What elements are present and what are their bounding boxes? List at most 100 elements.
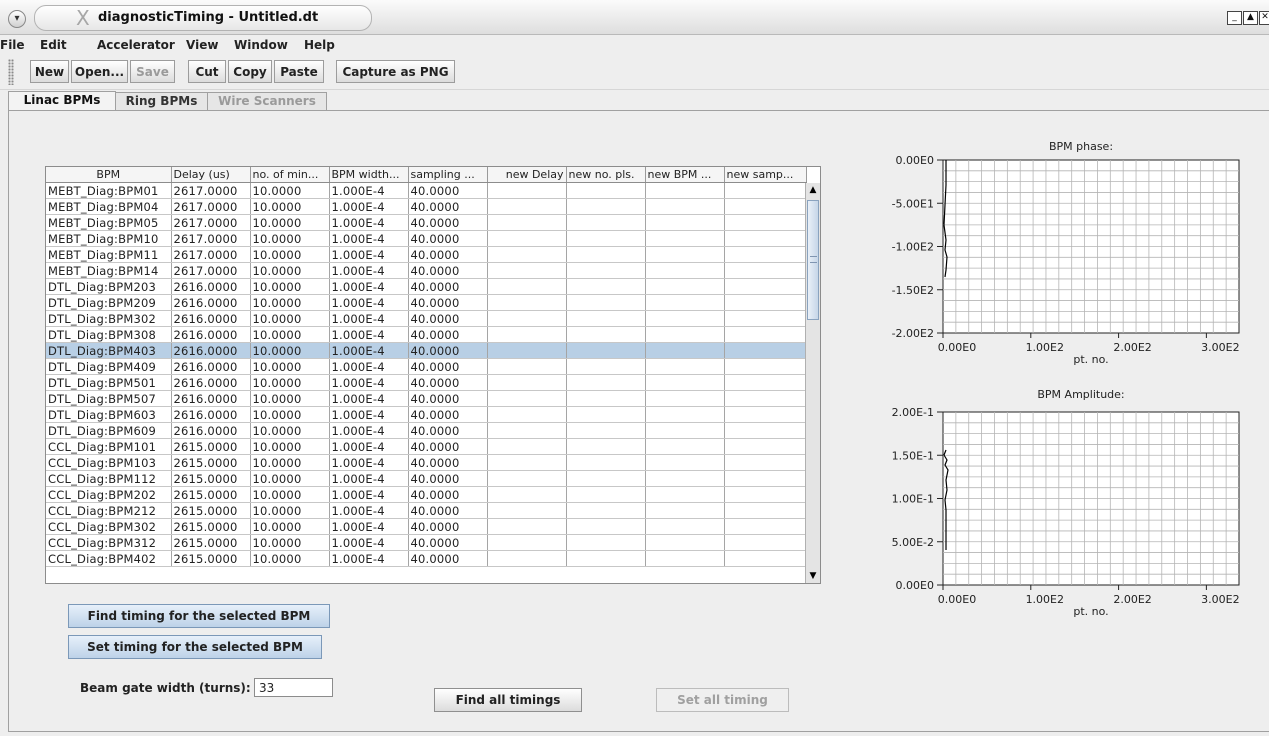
table-cell[interactable]: [566, 294, 646, 311]
table-cell[interactable]: 10.0000: [250, 326, 330, 343]
table-cell[interactable]: 40.0000: [408, 358, 488, 375]
table-cell[interactable]: CCL_Diag:BPM202: [46, 486, 172, 503]
table-cell[interactable]: 40.0000: [408, 182, 488, 199]
table-cell[interactable]: [487, 182, 567, 199]
table-cell[interactable]: [566, 502, 646, 519]
table-cell[interactable]: [487, 550, 567, 567]
table-cell[interactable]: 40.0000: [408, 262, 488, 279]
table-cell[interactable]: DTL_Diag:BPM308: [46, 326, 172, 343]
table-cell[interactable]: [724, 182, 807, 199]
table-row[interactable]: MEBT_Diag:BPM11 2617.0000 10.0000 1.000E-4 4…: [46, 246, 807, 263]
table-scrollbar[interactable]: ▲ ▼: [805, 183, 820, 583]
table-cell[interactable]: 1.000E-4: [329, 518, 409, 535]
table-cell[interactable]: 1.000E-4: [329, 342, 409, 359]
table-cell[interactable]: 1.000E-4: [329, 374, 409, 391]
table-cell[interactable]: [724, 454, 807, 471]
scroll-down-icon[interactable]: ▼: [806, 569, 820, 583]
table-cell[interactable]: [645, 374, 725, 391]
table-cell[interactable]: 10.0000: [250, 278, 330, 295]
table-cell[interactable]: 1.000E-4: [329, 454, 409, 471]
table-cell[interactable]: 10.0000: [250, 310, 330, 327]
table-cell[interactable]: 40.0000: [408, 230, 488, 247]
table-cell[interactable]: 40.0000: [408, 438, 488, 455]
table-cell[interactable]: 40.0000: [408, 422, 488, 439]
table-cell[interactable]: [645, 358, 725, 375]
table-cell[interactable]: [566, 214, 646, 231]
table-row[interactable]: DTL_Diag:BPM308 2616.0000 10.0000 1.000E-4 4…: [46, 326, 807, 343]
table-cell[interactable]: 2616.0000: [171, 326, 251, 343]
save-button[interactable]: Save: [130, 60, 175, 83]
table-cell[interactable]: 10.0000: [250, 502, 330, 519]
table-cell[interactable]: 40.0000: [408, 486, 488, 503]
table-cell[interactable]: 1.000E-4: [329, 502, 409, 519]
table-cell[interactable]: [566, 470, 646, 487]
table-cell[interactable]: [724, 342, 807, 359]
table-cell[interactable]: 1.000E-4: [329, 230, 409, 247]
table-cell[interactable]: [487, 326, 567, 343]
table-cell[interactable]: [724, 390, 807, 407]
table-cell[interactable]: [724, 470, 807, 487]
paste-button[interactable]: Paste: [274, 60, 324, 83]
table-row[interactable]: MEBT_Diag:BPM14 2617.0000 10.0000 1.000E-4 4…: [46, 262, 807, 279]
table-row[interactable]: DTL_Diag:BPM209 2616.0000 10.0000 1.000E-4 4…: [46, 294, 807, 311]
table-cell[interactable]: [566, 486, 646, 503]
table-cell[interactable]: DTL_Diag:BPM609: [46, 422, 172, 439]
table-cell[interactable]: [645, 310, 725, 327]
table-row[interactable]: CCL_Diag:BPM302 2615.0000 10.0000 1.000E-4 4…: [46, 518, 807, 535]
table-cell[interactable]: [724, 358, 807, 375]
table-cell[interactable]: MEBT_Diag:BPM14: [46, 262, 172, 279]
table-cell[interactable]: 10.0000: [250, 470, 330, 487]
table-cell[interactable]: 40.0000: [408, 214, 488, 231]
table-cell[interactable]: [487, 454, 567, 471]
table-row[interactable]: CCL_Diag:BPM103 2615.0000 10.0000 1.000E-4 4…: [46, 454, 807, 471]
table-cell[interactable]: [487, 422, 567, 439]
capture-png-button[interactable]: Capture as PNG: [336, 60, 455, 83]
table-cell[interactable]: [645, 230, 725, 247]
table-cell[interactable]: [487, 518, 567, 535]
table-cell[interactable]: 10.0000: [250, 214, 330, 231]
table-cell[interactable]: 40.0000: [408, 518, 488, 535]
table-cell[interactable]: [724, 422, 807, 439]
table-cell[interactable]: 2615.0000: [171, 438, 251, 455]
close-icon[interactable]: ✕: [1259, 11, 1269, 25]
table-cell[interactable]: [645, 406, 725, 423]
table-cell[interactable]: 10.0000: [250, 246, 330, 263]
table-row[interactable]: CCL_Diag:BPM212 2615.0000 10.0000 1.000E-4 4…: [46, 502, 807, 519]
table-cell[interactable]: [645, 550, 725, 567]
menu-view[interactable]: View: [186, 38, 218, 52]
table-row[interactable]: DTL_Diag:BPM609 2616.0000 10.0000 1.000E-4 4…: [46, 422, 807, 439]
table-row[interactable]: DTL_Diag:BPM403 2616.0000 10.0000 1.000E-4 4…: [46, 342, 807, 359]
table-cell[interactable]: 2617.0000: [171, 262, 251, 279]
table-cell[interactable]: 2616.0000: [171, 406, 251, 423]
table-cell[interactable]: [487, 246, 567, 263]
table-cell[interactable]: 40.0000: [408, 246, 488, 263]
table-cell[interactable]: 1.000E-4: [329, 326, 409, 343]
table-cell[interactable]: 10.0000: [250, 262, 330, 279]
table-row[interactable]: MEBT_Diag:BPM01 2617.0000 10.0000 1.000E-4 4…: [46, 182, 807, 199]
table-cell[interactable]: [645, 198, 725, 215]
table-cell[interactable]: 40.0000: [408, 374, 488, 391]
table-cell[interactable]: 40.0000: [408, 406, 488, 423]
table-cell[interactable]: DTL_Diag:BPM403: [46, 342, 172, 359]
table-cell[interactable]: 10.0000: [250, 534, 330, 551]
table-cell[interactable]: [487, 502, 567, 519]
table-cell[interactable]: [645, 342, 725, 359]
table-cell[interactable]: [487, 230, 567, 247]
column-header[interactable]: new BPM ...: [645, 167, 725, 183]
table-cell[interactable]: 1.000E-4: [329, 310, 409, 327]
table-cell[interactable]: MEBT_Diag:BPM05: [46, 214, 172, 231]
table-cell[interactable]: 2615.0000: [171, 502, 251, 519]
table-cell[interactable]: 10.0000: [250, 518, 330, 535]
scroll-up-icon[interactable]: ▲: [806, 183, 820, 197]
table-row[interactable]: CCL_Diag:BPM101 2615.0000 10.0000 1.000E-4 4…: [46, 438, 807, 455]
menu-window[interactable]: Window: [234, 38, 288, 52]
table-cell[interactable]: 10.0000: [250, 294, 330, 311]
table-cell[interactable]: 40.0000: [408, 294, 488, 311]
table-cell[interactable]: MEBT_Diag:BPM10: [46, 230, 172, 247]
table-cell[interactable]: 2615.0000: [171, 518, 251, 535]
table-cell[interactable]: 1.000E-4: [329, 438, 409, 455]
table-cell[interactable]: [724, 534, 807, 551]
table-cell[interactable]: [566, 342, 646, 359]
table-cell[interactable]: [566, 326, 646, 343]
table-cell[interactable]: [487, 278, 567, 295]
